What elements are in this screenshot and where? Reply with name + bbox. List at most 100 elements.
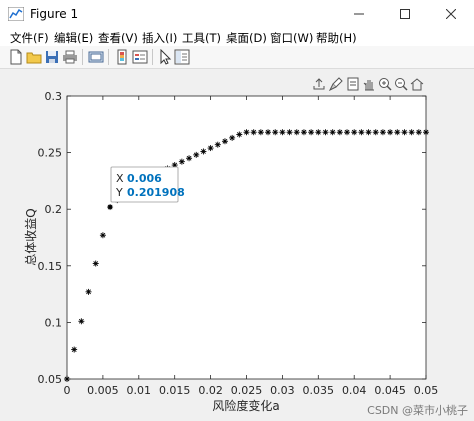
datatip-x-value: 0.006 [127,172,162,185]
link-plot-icon[interactable] [88,49,104,65]
open-file-icon[interactable] [26,49,42,65]
matlab-figure-icon [8,7,24,21]
minimize-icon [354,13,364,15]
pan-icon[interactable] [362,77,376,91]
colorbar-icon[interactable] [114,49,130,65]
data-point-marker [186,155,193,162]
data-point-marker [200,148,207,155]
data-point-marker [272,129,279,136]
data-point-marker [171,162,178,169]
x-axis-label: 风险度变化a [212,398,279,413]
data-point-marker [128,185,135,192]
y-tick-label: 0.1 [45,316,63,329]
y-tick-label: 0.2 [45,203,63,216]
x-tick-label: 0.04 [342,384,367,397]
figure-window: Figure 1 文件(F) 编辑(E) 查看(V) 插入(I) 工具(T) 桌… [0,0,474,421]
legend-icon[interactable] [132,49,148,65]
data-point-marker [64,376,70,382]
brush-icon[interactable] [329,77,343,91]
x-tick-label: 0.035 [303,384,335,397]
edit-plot-icon[interactable] [158,49,174,65]
menu-file[interactable]: 文件(F) [10,30,49,46]
datatip-x-label: X [116,172,124,185]
export-icon[interactable] [312,77,326,91]
data-point-marker [85,288,92,295]
datatip[interactable]: X 0.006 Y 0.201908 [110,166,185,203]
data-point-marker [150,172,157,179]
data-point-marker [293,129,300,136]
datatip-icon[interactable] [346,77,360,91]
data-point-marker [157,168,164,175]
data-point-marker [401,129,408,136]
data-point-marker [257,129,264,136]
menu-help[interactable]: 帮助(H) [316,30,357,46]
data-point-marker [286,129,293,136]
data-point-marker [178,158,185,165]
toolbar-separator [82,49,83,65]
data-point-marker [394,129,401,136]
x-tick-label: 0.045 [374,384,406,397]
y-tick-label: 0.25 [38,147,63,160]
data-point-marker [379,129,386,136]
y-tick-label: 0.05 [38,373,63,386]
close-icon [445,8,457,20]
title-bar: Figure 1 [0,0,474,28]
datatip-y-value: 0.201908 [127,186,185,199]
y-axis-label: 总体收益Q [24,208,38,265]
zoom-out-icon[interactable] [394,77,408,91]
data-point-marker [336,129,343,136]
menu-view[interactable]: 查看(V) [98,30,138,46]
home-icon[interactable] [410,77,424,91]
menu-desktop[interactable]: 桌面(D) [226,30,267,46]
data-point-marker [265,129,272,136]
data-point-marker [351,129,358,136]
zoom-in-icon[interactable] [378,77,392,91]
window-title: Figure 1 [30,7,79,21]
data-point-marker [322,129,329,136]
close-button[interactable] [428,0,474,28]
data-point-marker [243,129,250,136]
data-point-marker [315,129,322,136]
datatip-anchor[interactable] [108,205,113,210]
watermark: CSDN @菜市小桃子 [367,404,468,417]
data-point-marker [308,129,315,136]
data-point-marker [358,129,365,136]
data-point-marker [329,129,336,136]
menu-tools[interactable]: 工具(T) [182,30,221,46]
menu-insert[interactable]: 插入(I) [142,30,177,46]
x-tick-label: 0.005 [87,384,119,397]
menu-edit[interactable]: 编辑(E) [54,30,93,46]
data-point-marker [279,129,286,136]
data-point-marker [423,129,429,136]
data-point-marker [193,151,200,158]
x-tick-label: 0.03 [270,384,295,397]
property-inspector-icon[interactable] [174,49,190,65]
data-point-marker [365,129,372,136]
x-tick-label: 0.02 [198,384,223,397]
figure-toolbar [0,46,474,69]
data-point-marker [372,129,379,136]
y-ticks: 0.05 0.1 0.15 0.2 0.25 0.3 [38,90,426,386]
toolbar-separator [108,49,109,65]
data-point-marker [114,197,121,204]
data-point-marker [229,134,236,141]
toolbar-separator [152,49,153,65]
data-point-marker [78,318,85,325]
print-icon[interactable] [62,49,78,65]
data-point-marker [250,129,257,136]
y-tick-label: 0.3 [45,90,63,103]
data-point-marker [387,129,394,136]
data-point-marker [142,176,149,183]
data-point-marker [92,260,99,267]
data-point-marker [107,204,114,211]
data-point-marker [236,131,243,138]
maximize-icon [400,9,410,19]
save-icon[interactable] [44,49,60,65]
menu-window[interactable]: 窗口(W) [270,30,313,46]
x-tick-label: 0.015 [159,384,191,397]
x-ticks: 0 0.005 0.01 0.015 0.02 0.025 0.03 0.035 0.04 0.0… [64,96,438,397]
maximize-button[interactable] [382,0,428,28]
minimize-button[interactable] [336,0,382,28]
new-figure-icon[interactable] [8,49,24,65]
y-tick-label: 0.15 [38,260,63,273]
